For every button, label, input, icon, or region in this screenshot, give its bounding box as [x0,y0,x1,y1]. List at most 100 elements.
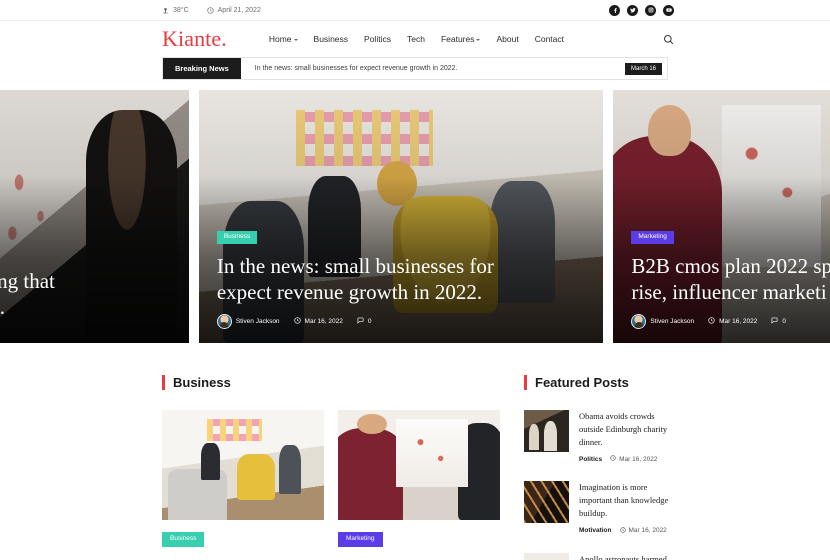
hero-author: Stiven Jackson [631,314,694,329]
hero-slider[interactable]: ending that ing's. Business In the news:… [0,90,830,343]
clock-icon [207,6,214,14]
breaking-news-date-badge: March 16 [624,62,662,75]
comment-count: 0 [367,318,372,325]
featured-post-date: Mar 16, 2022 [610,455,657,463]
featured-post-item[interactable]: Imagination is more important than knowl… [524,481,674,534]
top-bar: 38°C April 21, 2022 [0,0,830,21]
featured-post-text: Imagination is more important than knowl… [579,481,674,534]
youtube-icon[interactable] [663,4,674,16]
hero-title-left[interactable]: ending that ing's. [0,268,171,320]
hero-title-line2: ing's. [0,294,6,319]
nav-label: Politics [364,34,391,44]
featured-post-category[interactable]: Motivation [579,527,612,534]
card-category-badge[interactable]: Business [162,532,205,547]
hero-slide-right[interactable]: Marketing B2B cmos plan 2022 spe rise, i… [613,90,830,343]
hero-comments: 0 [771,317,786,326]
featured-post-thumbnail [524,481,569,524]
hero-content-left: ending that ing's. [0,268,189,329]
weather-value: 38°C [173,6,189,14]
weather-info: 38°C [162,7,189,14]
hero-title-line1: B2B cmos plan 2022 spe [631,253,830,278]
date-value: Mar 16, 2022 [304,318,343,325]
hero-title-right[interactable]: B2B cmos plan 2022 spe rise, influencer … [631,253,830,305]
page-root: 38°C April 21, 2022 Kiante. Home Busines… [0,0,830,560]
featured-post-title[interactable]: Imagination is more important than knowl… [579,481,674,519]
author-name: Stiven Jackson [650,318,695,325]
business-card-grid: Business Marketing [162,410,500,547]
date-value: Mar 16, 2022 [619,455,658,463]
hero-comments: 0 [357,317,372,326]
card-category-badge[interactable]: Marketing [338,532,383,547]
avatar [631,314,647,329]
hero-author: Stiven Jackson [216,314,280,329]
comment-count: 0 [782,318,787,325]
hero-date: Mar 16, 2022 [293,317,343,326]
nav-item-business[interactable]: Business [314,34,349,44]
nav-label: Home [268,34,292,44]
date-info: April 21, 2022 [207,7,261,14]
hero-category-badge[interactable]: Business [216,231,258,244]
author-name: Stiven Jackson [235,318,280,325]
hero-category-badge[interactable]: Marketing [631,231,674,244]
date-value: Mar 16, 2022 [719,318,758,325]
chevron-down-icon [293,38,298,41]
comment-icon [771,317,778,326]
hero-title-line1: ending that [0,268,55,293]
nav-label: Features [440,34,475,44]
featured-post-category[interactable]: Politics [579,456,602,463]
clock-icon [610,455,616,463]
featured-post-meta: Motivation Mar 16, 2022 [579,526,674,535]
top-bar-info: 38°C April 21, 2022 [162,7,261,14]
nav-label: Tech [406,34,425,44]
nav-label: Business [313,34,349,44]
date-value: April 21, 2022 [217,6,261,14]
avatar [216,314,232,329]
hero-title-center[interactable]: In the news: small businesses for expect… [217,253,586,305]
featured-post-title[interactable]: Apollo astronauts harmed by a the deep s… [579,553,674,560]
featured-post-thumbnail [524,410,569,452]
date-value: Mar 16, 2022 [628,527,667,534]
hero-slide-left[interactable]: ending that ing's. [0,90,189,343]
chevron-down-icon [476,38,481,41]
nav-label: Contact [534,34,564,44]
facebook-icon[interactable] [609,4,620,16]
business-card[interactable]: Business [162,410,324,547]
nav-item-contact[interactable]: Contact [535,34,564,44]
nav-item-politics[interactable]: Politics [364,34,391,44]
twitter-icon[interactable] [627,4,638,16]
content-area: Business Business Marketing Featured Pos… [0,343,830,560]
comment-icon [357,317,364,326]
nav-item-features[interactable]: Features [441,34,481,44]
nav-item-home[interactable]: Home [269,34,298,44]
weather-icon [162,7,169,14]
featured-post-text: Obama avoids crowds outside Edinburgh ch… [579,410,674,463]
featured-post-thumbnail [524,552,569,560]
hero-title-line2: expect revenue growth in 2022. [216,279,483,304]
breaking-news-date: March 16 [624,58,662,79]
clock-icon [708,317,715,326]
featured-post-item[interactable]: Apollo astronauts harmed by a the deep s… [524,552,674,560]
featured-post-meta: Politics Mar 16, 2022 [579,455,674,463]
featured-post-item[interactable]: Obama avoids crowds outside Edinburgh ch… [524,410,674,463]
site-header: Kiante. Home Business Politics Tech Feat… [0,21,830,57]
search-icon[interactable] [663,34,674,45]
hero-meta-right: Stiven Jackson Mar 16, 2022 0 [631,314,812,329]
business-section-title: Business [162,375,500,390]
featured-posts-section: Featured Posts Obama avoids crowds outsi… [524,375,674,560]
card-thumbnail [338,410,500,520]
breaking-news-text[interactable]: In the news: small businesses for expect… [241,58,625,79]
site-logo[interactable]: Kiante. [162,28,227,50]
card-thumbnail [162,410,324,520]
hero-slide-center[interactable]: Business In the news: small businesses f… [198,90,604,343]
featured-post-title[interactable]: Obama avoids crowds outside Edinburgh ch… [579,410,674,448]
instagram-icon[interactable] [645,4,656,16]
nav-item-about[interactable]: About [496,34,518,44]
hero-date: Mar 16, 2022 [708,317,757,326]
nav-item-tech[interactable]: Tech [407,34,425,44]
business-card[interactable]: Marketing [338,410,500,547]
featured-post-text: Apollo astronauts harmed by a the deep s… [579,553,674,560]
hero-content-center: Business In the news: small businesses f… [199,225,604,329]
hero-title-line2: rise, influencer marketi [631,279,827,304]
nav-label: About [496,34,519,44]
breaking-news-label: Breaking News [163,58,241,79]
